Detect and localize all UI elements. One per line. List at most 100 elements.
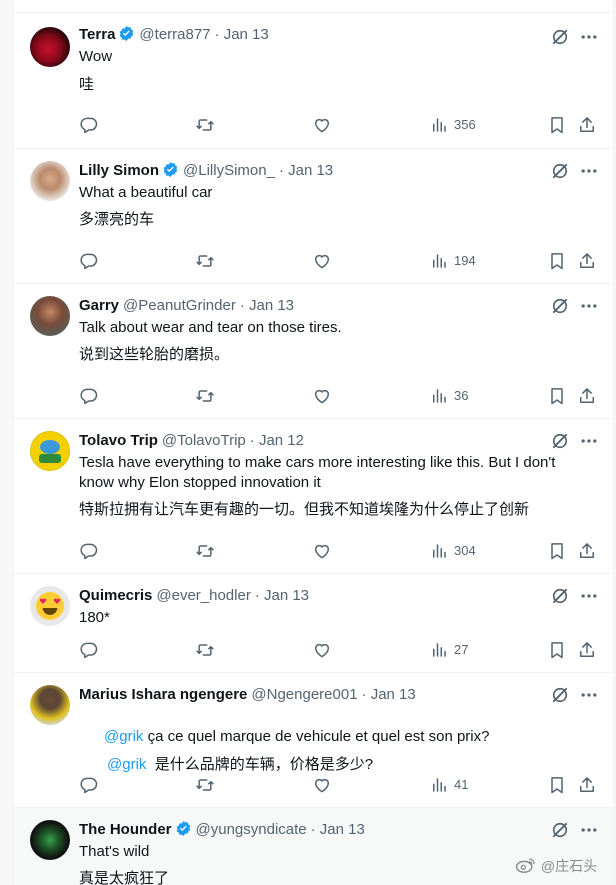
share-icon[interactable] bbox=[577, 541, 597, 561]
post-date[interactable]: · Jan 12 bbox=[250, 432, 304, 449]
views-icon bbox=[433, 643, 446, 657]
reply-icon[interactable] bbox=[79, 115, 99, 135]
views-number: 304 bbox=[454, 543, 476, 558]
display-name[interactable]: The Hounder bbox=[79, 821, 172, 838]
post-date[interactable]: · Jan 13 bbox=[255, 587, 309, 604]
user-handle[interactable]: @ever_hodler bbox=[156, 587, 250, 604]
grok-icon[interactable] bbox=[550, 685, 570, 705]
more-options-icon[interactable] bbox=[579, 431, 599, 451]
views-count[interactable]: 356 bbox=[430, 115, 476, 135]
avatar[interactable] bbox=[30, 296, 70, 336]
reply-icon[interactable] bbox=[79, 775, 99, 795]
views-icon bbox=[433, 389, 446, 403]
share-icon[interactable] bbox=[577, 775, 597, 795]
like-icon[interactable] bbox=[312, 251, 332, 271]
reply-icon[interactable] bbox=[79, 541, 99, 561]
post-translation: @grik 是什么品牌的车辆，价格是多少? bbox=[82, 735, 582, 795]
verified-badge-icon bbox=[175, 820, 192, 843]
like-icon[interactable] bbox=[312, 386, 332, 406]
repost-icon[interactable] bbox=[195, 640, 215, 660]
more-options-icon[interactable] bbox=[579, 820, 599, 840]
user-handle[interactable]: @yungsyndicate bbox=[196, 821, 307, 838]
reply-post[interactable]: Quimecris @ever_hodler · Jan 13 180* 27 bbox=[14, 573, 613, 672]
share-icon[interactable] bbox=[577, 115, 597, 135]
share-icon[interactable] bbox=[577, 640, 597, 660]
more-options-icon[interactable] bbox=[579, 586, 599, 606]
more-options-icon[interactable] bbox=[579, 161, 599, 181]
post-date[interactable]: · Jan 13 bbox=[215, 26, 269, 43]
grok-icon[interactable] bbox=[550, 161, 570, 181]
bookmark-icon[interactable] bbox=[547, 386, 567, 406]
avatar[interactable] bbox=[30, 586, 70, 626]
views-count[interactable]: 41 bbox=[430, 775, 468, 795]
grok-icon[interactable] bbox=[550, 27, 570, 47]
post-date[interactable]: · Jan 13 bbox=[311, 821, 365, 838]
grok-icon[interactable] bbox=[550, 586, 570, 606]
repost-icon[interactable] bbox=[195, 251, 215, 271]
user-handle[interactable]: @Ngengere001 bbox=[251, 686, 357, 703]
reply-post[interactable]: Terra @terra877 · Jan 13 Wow 哇 356 bbox=[14, 12, 613, 148]
display-name[interactable]: Lilly Simon bbox=[79, 162, 159, 179]
tolavo-logo-badge bbox=[40, 440, 60, 454]
grok-icon[interactable] bbox=[550, 431, 570, 451]
views-count[interactable]: 27 bbox=[430, 640, 468, 660]
user-handle[interactable]: @PeanutGrinder bbox=[123, 297, 236, 314]
reply-post[interactable]: Marius Ishara ngengere @Ngengere001 · Jan … bbox=[14, 672, 613, 807]
share-icon[interactable] bbox=[577, 251, 597, 271]
bookmark-icon[interactable] bbox=[547, 775, 567, 795]
like-icon[interactable] bbox=[312, 775, 332, 795]
display-name[interactable]: Marius Ishara ngengere bbox=[79, 686, 247, 703]
more-options-icon[interactable] bbox=[579, 296, 599, 316]
like-icon[interactable] bbox=[312, 541, 332, 561]
views-count[interactable]: 194 bbox=[430, 251, 476, 271]
grok-icon[interactable] bbox=[550, 296, 570, 316]
repost-icon[interactable] bbox=[195, 115, 215, 135]
post-translation: 多漂亮的车 bbox=[79, 211, 155, 228]
reply-icon[interactable] bbox=[79, 251, 99, 271]
grok-icon[interactable] bbox=[550, 820, 570, 840]
display-name[interactable]: Garry bbox=[79, 297, 119, 314]
repost-icon[interactable] bbox=[195, 775, 215, 795]
views-icon bbox=[433, 254, 446, 268]
avatar[interactable] bbox=[30, 431, 70, 471]
bookmark-icon[interactable] bbox=[547, 640, 567, 660]
repost-icon[interactable] bbox=[195, 386, 215, 406]
avatar[interactable] bbox=[30, 27, 70, 67]
user-handle[interactable]: @terra877 bbox=[139, 26, 210, 43]
display-name[interactable]: Quimecris bbox=[79, 587, 152, 604]
post-text: 180* bbox=[79, 609, 110, 626]
avatar[interactable] bbox=[30, 685, 70, 725]
post-date[interactable]: · Jan 13 bbox=[240, 297, 294, 314]
post-text: Tesla have everything to make cars more … bbox=[79, 454, 556, 491]
display-name[interactable]: Terra bbox=[79, 26, 115, 43]
user-handle[interactable]: @LillySimon_ bbox=[183, 162, 275, 179]
reply-feed: Terra @terra877 · Jan 13 Wow 哇 356 Lilly S… bbox=[13, 0, 614, 885]
share-icon[interactable] bbox=[577, 386, 597, 406]
more-options-icon[interactable] bbox=[579, 27, 599, 47]
repost-icon[interactable] bbox=[195, 541, 215, 561]
user-handle[interactable]: @TolavoTrip bbox=[162, 432, 246, 449]
more-options-icon[interactable] bbox=[579, 685, 599, 705]
reply-icon[interactable] bbox=[79, 640, 99, 660]
bookmark-icon[interactable] bbox=[547, 115, 567, 135]
display-name[interactable]: Tolavo Trip bbox=[79, 432, 158, 449]
post-date[interactable]: · Jan 13 bbox=[362, 686, 416, 703]
avatar[interactable] bbox=[30, 820, 70, 860]
avatar[interactable] bbox=[30, 161, 70, 201]
views-icon bbox=[433, 544, 446, 558]
views-count[interactable]: 304 bbox=[430, 541, 476, 561]
mention-link[interactable]: @grik bbox=[107, 756, 146, 773]
views-number: 36 bbox=[454, 388, 469, 403]
bookmark-icon[interactable] bbox=[547, 541, 567, 561]
reply-post[interactable]: Tolavo Trip @TolavoTrip · Jan 12 Tesla hav… bbox=[14, 418, 613, 573]
reply-post[interactable]: Garry @PeanutGrinder · Jan 13 Talk about w… bbox=[14, 283, 613, 418]
like-icon[interactable] bbox=[312, 640, 332, 660]
like-icon[interactable] bbox=[312, 115, 332, 135]
post-date[interactable]: · Jan 13 bbox=[279, 162, 333, 179]
reply-post[interactable]: Lilly Simon @LillySimon_ · Jan 13 What a b… bbox=[14, 148, 613, 283]
post-translation: 真是太疯狂了 bbox=[79, 870, 170, 885]
bookmark-icon[interactable] bbox=[547, 251, 567, 271]
reply-icon[interactable] bbox=[79, 386, 99, 406]
views-count[interactable]: 36 bbox=[430, 386, 468, 406]
weibo-logo-icon bbox=[515, 856, 537, 877]
